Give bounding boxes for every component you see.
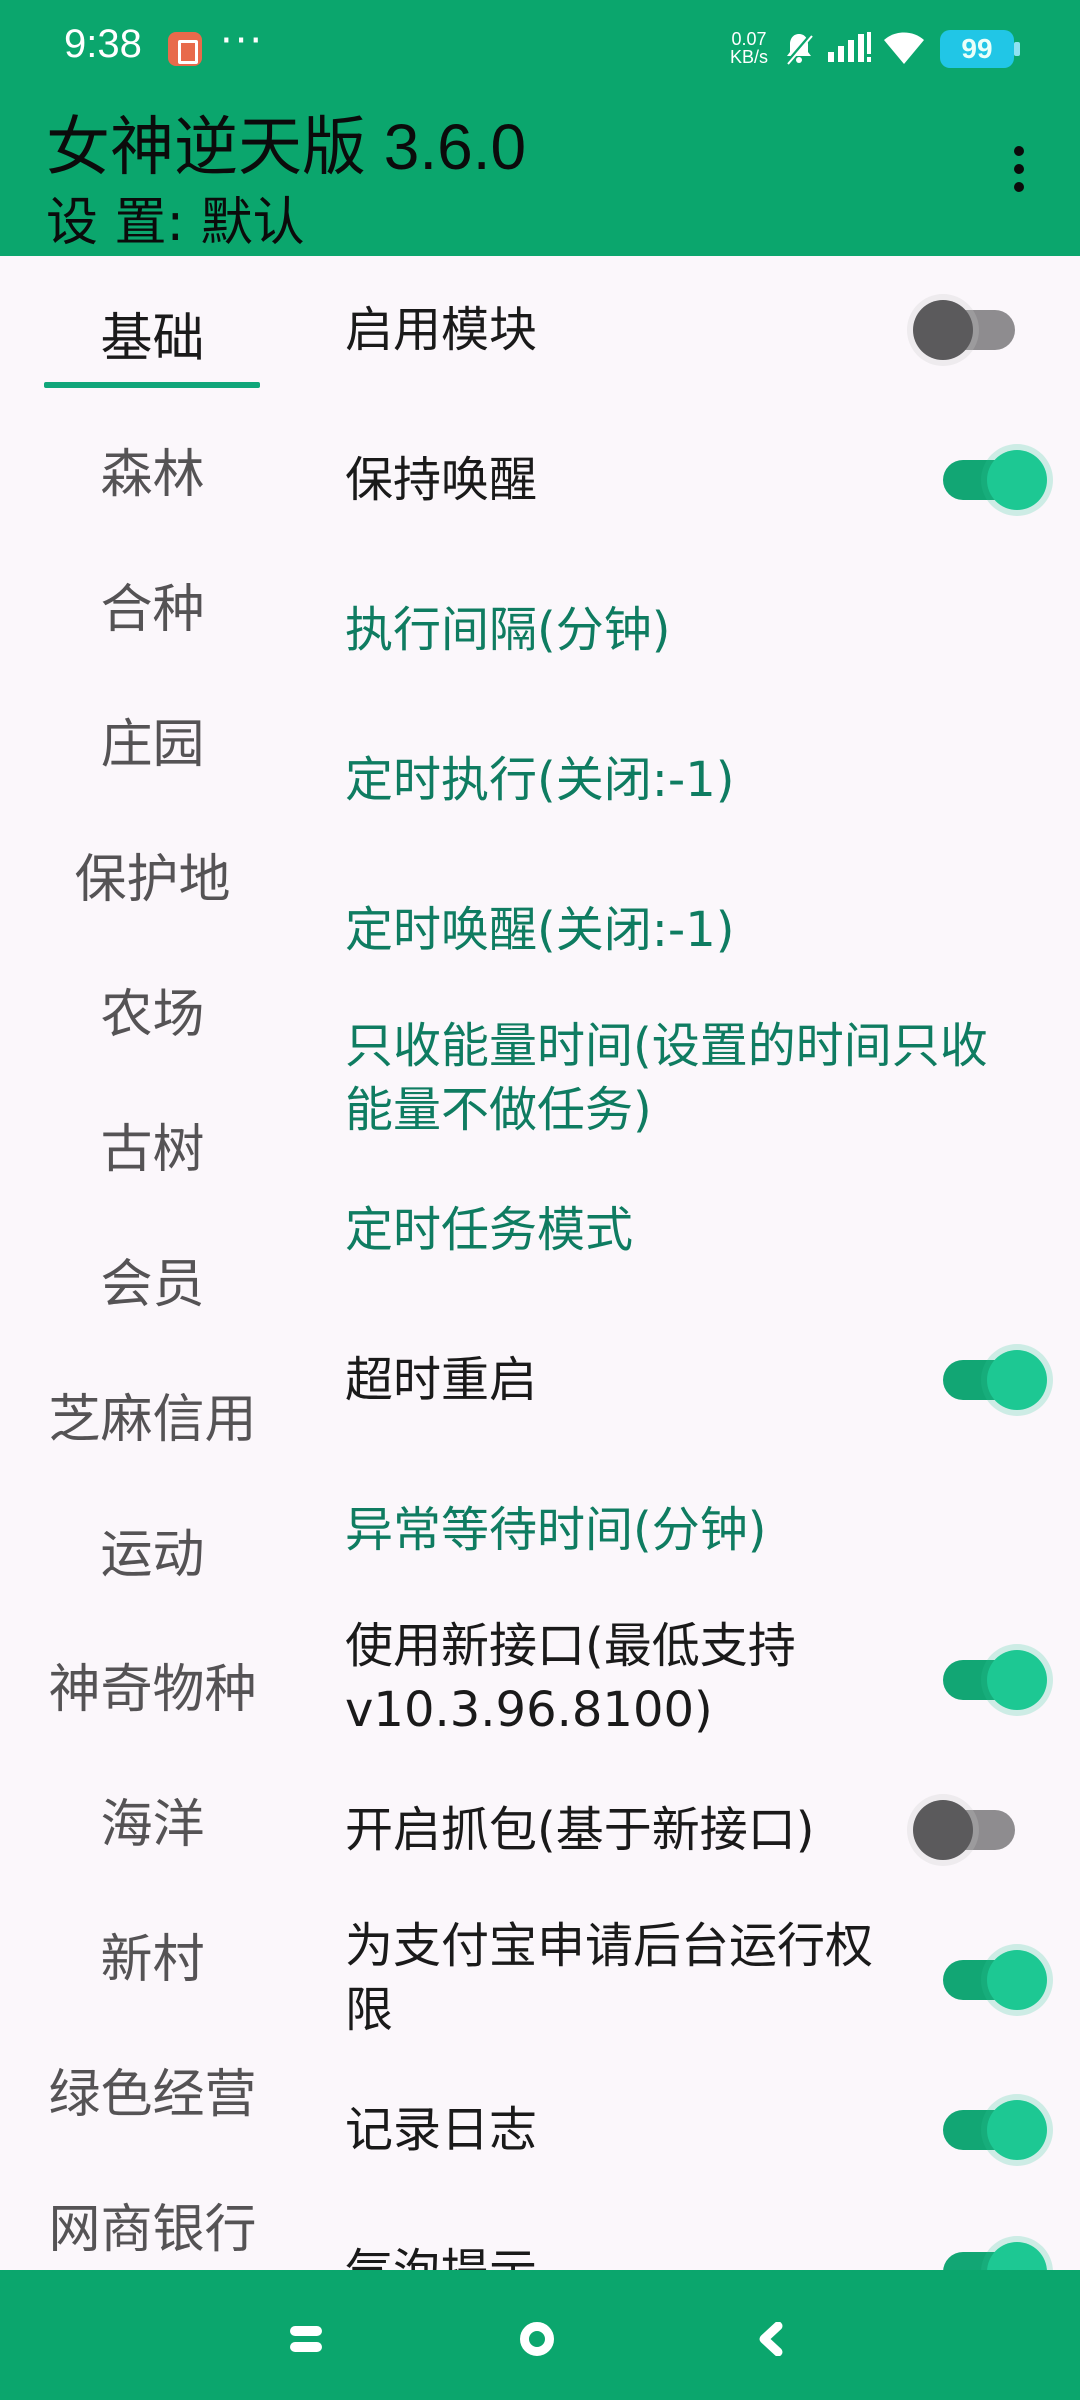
signal-icon: [828, 32, 871, 62]
sidebar-item-farm[interactable]: 农场: [0, 972, 305, 1047]
battery-indicator: 99: [940, 30, 1014, 68]
timeout-restart-switch[interactable]: [943, 1350, 1047, 1410]
sidebar-item-green-business[interactable]: 绿色经营: [0, 2052, 305, 2127]
settings-list: 启用模块 保持唤醒 执行间隔(分钟) 定时执行(关闭:-1) 定时唤醒(关闭:-…: [305, 256, 1080, 2302]
battery-tip: [1014, 42, 1020, 56]
setting-scheduled-task-mode[interactable]: 定时任务模式: [345, 1198, 1045, 1262]
net-speed-value: 0.07: [731, 29, 767, 49]
setting-label: 超时重启: [345, 1352, 538, 1408]
keep-awake-switch[interactable]: [943, 450, 1047, 510]
setting-label: 保持唤醒: [345, 452, 538, 508]
sidebar-item-basic[interactable]: 基础: [0, 296, 305, 371]
notification-app-icon: [168, 32, 202, 66]
packet-capture-switch[interactable]: [913, 1800, 1019, 1860]
setting-new-api[interactable]: 使用新接口(最低支持v10.3.96.8100): [345, 1614, 1045, 1742]
sidebar-item-forest[interactable]: 森林: [0, 432, 305, 507]
sidebar-item-manor[interactable]: 庄园: [0, 702, 305, 777]
setting-interval[interactable]: 执行间隔(分钟): [345, 598, 1045, 662]
more-notifications-icon: ···: [220, 18, 265, 64]
sidebar-item-mybank[interactable]: 网商银行: [0, 2187, 305, 2262]
sidebar-item-new-village[interactable]: 新村: [0, 1917, 305, 1992]
home-icon[interactable]: [520, 2322, 554, 2356]
sidebar-item-sport[interactable]: 运动: [0, 1512, 305, 1587]
background-permission-switch[interactable]: [943, 1950, 1047, 2010]
new-api-switch[interactable]: [943, 1650, 1047, 1710]
sidebar-item-reserve[interactable]: 保护地: [0, 837, 305, 912]
bell-muted-icon: [786, 32, 814, 65]
setting-keep-awake[interactable]: 保持唤醒: [345, 448, 1045, 512]
status-bar: 9:38 ··· 0.07 KB/s 99: [0, 0, 1080, 96]
setting-label: 只收能量时间(设置的时间只收能量不做任务): [345, 1018, 988, 1138]
record-log-switch[interactable]: [943, 2100, 1047, 2160]
active-tab-indicator: [44, 382, 260, 388]
setting-scheduled-run[interactable]: 定时执行(关闭:-1): [345, 748, 1045, 812]
enable-module-switch[interactable]: [913, 300, 1019, 360]
setting-timeout-restart[interactable]: 超时重启: [345, 1348, 1045, 1412]
sidebar-item-ocean[interactable]: 海洋: [0, 1782, 305, 1857]
setting-label: 记录日志: [345, 2102, 538, 2158]
setting-label: 启用模块: [345, 302, 538, 358]
app-title: 女神逆天版 3.6.0: [46, 111, 527, 183]
setting-energy-only-time[interactable]: 只收能量时间(设置的时间只收能量不做任务): [345, 1014, 1045, 1142]
network-speed: 0.07 KB/s: [730, 30, 768, 66]
wifi-icon: [884, 32, 924, 64]
recents-icon[interactable]: [290, 2326, 322, 2356]
sidebar-item-cooperate[interactable]: 合种: [0, 567, 305, 642]
app-header: 9:38 ··· 0.07 KB/s 99 女神逆天版 3.6.0 设 置: 默…: [0, 0, 1080, 256]
sidebar-item-magic-species[interactable]: 神奇物种: [0, 1647, 305, 1722]
overflow-menu-icon[interactable]: [1004, 140, 1034, 200]
back-icon[interactable]: [756, 2322, 786, 2356]
app-subtitle: 设 置: 默认: [46, 193, 305, 253]
screen: 9:38 ··· 0.07 KB/s 99 女神逆天版 3.6.0 设 置: 默…: [0, 0, 1080, 2400]
setting-scheduled-wake[interactable]: 定时唤醒(关闭:-1): [345, 898, 1045, 962]
sidebar-item-ancient-tree[interactable]: 古树: [0, 1107, 305, 1182]
status-time: 9:38: [64, 22, 142, 66]
navigation-bar: [0, 2270, 1080, 2400]
setting-label: 为支付宝申请后台运行权限: [345, 1918, 874, 2038]
net-speed-unit: KB/s: [730, 47, 769, 67]
setting-label: 开启抓包(基于新接口): [345, 1802, 815, 1858]
setting-background-permission[interactable]: 为支付宝申请后台运行权限: [345, 1914, 1045, 2042]
sidebar-item-sesame-credit[interactable]: 芝麻信用: [0, 1377, 305, 1452]
category-sidebar: 基础 森林 合种 庄园 保护地 农场 古树 会员 芝麻信用 运动 神奇物种 海洋…: [0, 256, 305, 2270]
setting-record-log[interactable]: 记录日志: [345, 2098, 1045, 2162]
setting-label: 使用新接口(最低支持v10.3.96.8100): [345, 1618, 796, 1738]
sidebar-item-member[interactable]: 会员: [0, 1242, 305, 1317]
setting-error-wait-time[interactable]: 异常等待时间(分钟): [345, 1498, 1045, 1562]
